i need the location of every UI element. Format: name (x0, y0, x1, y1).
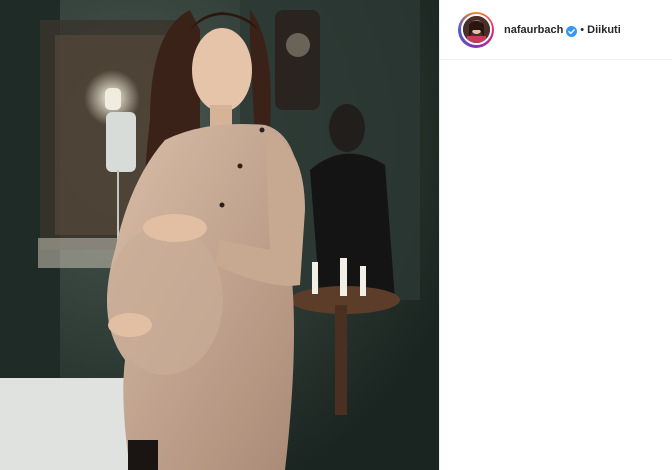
verified-badge-icon (566, 24, 578, 37)
post-image[interactable] (0, 0, 439, 470)
avatar[interactable] (460, 14, 492, 45)
username-link[interactable]: nafaurbach (504, 24, 563, 36)
follow-status-button[interactable]: Diikuti (587, 24, 621, 36)
post-header: nafaurbach • Diikuti (440, 0, 672, 60)
post-sidebar: nafaurbach • Diikuti (439, 0, 672, 470)
post-photo (0, 0, 439, 470)
instagram-post: nafaurbach • Diikuti (0, 0, 672, 470)
separator-dot: • (580, 23, 585, 36)
story-ring[interactable] (458, 11, 494, 48)
avatar-image (462, 16, 490, 43)
